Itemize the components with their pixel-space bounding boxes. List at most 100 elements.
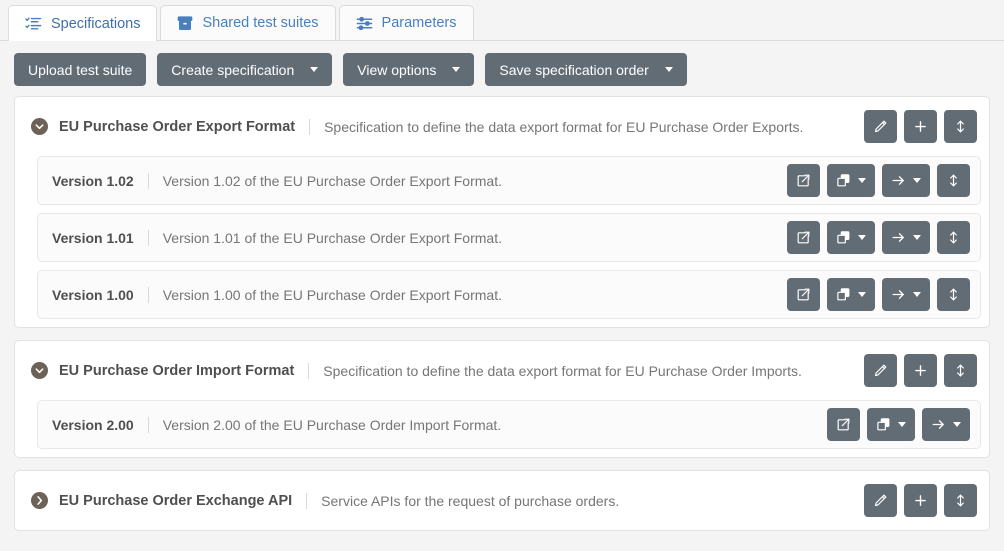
copy-icon	[836, 230, 851, 245]
button-label: Upload test suite	[28, 61, 133, 78]
tab-shared-test-suites[interactable]: Shared test suites	[160, 5, 336, 40]
arrow-right-icon	[891, 287, 906, 302]
save-specification-order-button[interactable]: Save specification order	[485, 53, 687, 86]
specification-card: EU Purchase Order Export Format Specifica…	[14, 96, 990, 328]
chevron-down-icon	[953, 422, 961, 427]
action-buttons	[864, 110, 979, 143]
button-label: View options	[357, 61, 437, 78]
specification-title: EU Purchase Order Exchange API	[59, 492, 293, 509]
reorder-button[interactable]	[944, 110, 977, 143]
action-buttons	[787, 164, 972, 197]
add-button[interactable]	[904, 354, 937, 387]
move-button[interactable]	[882, 221, 930, 254]
version-row: Version 1.00 Version 1.00 of the EU Purch…	[37, 270, 981, 319]
tab-parameters[interactable]: Parameters	[338, 5, 474, 40]
external-link-icon	[796, 173, 811, 188]
reorder-button[interactable]	[937, 221, 970, 254]
chevron-right-circle-icon[interactable]	[31, 492, 48, 509]
copy-button[interactable]	[827, 221, 875, 254]
chevron-down-icon	[858, 292, 866, 297]
specification-description: Specification to define the data export …	[309, 118, 864, 135]
chevron-down-circle-icon[interactable]	[31, 362, 48, 379]
specification-title: EU Purchase Order Import Format	[59, 362, 295, 379]
pencil-icon	[873, 493, 888, 508]
plus-icon	[913, 119, 928, 134]
arrows-updown-icon	[953, 119, 968, 134]
chevron-down-icon	[858, 235, 866, 240]
specification-description: Service APIs for the request of purchase…	[306, 492, 864, 509]
chevron-down-icon	[310, 67, 319, 72]
open-button[interactable]	[827, 408, 860, 441]
external-link-icon	[836, 417, 851, 432]
external-link-icon	[796, 287, 811, 302]
create-specification-button[interactable]: Create specification	[157, 53, 333, 86]
copy-button[interactable]	[827, 164, 875, 197]
chevron-down-icon	[913, 178, 921, 183]
open-button[interactable]	[787, 164, 820, 197]
toolbar: Upload test suite Create specification Vie…	[0, 41, 1004, 96]
edit-button[interactable]	[864, 110, 897, 143]
specification-header: EU Purchase Order Export Format Specifica…	[23, 105, 981, 148]
button-label: Create specification	[171, 61, 295, 78]
version-description: Version 1.00 of the EU Purchase Order Ex…	[147, 286, 787, 303]
copy-button[interactable]	[867, 408, 915, 441]
reorder-button[interactable]	[944, 354, 977, 387]
reorder-button[interactable]	[937, 164, 970, 197]
specification-title: EU Purchase Order Export Format	[59, 118, 296, 135]
upload-test-suite-button[interactable]: Upload test suite	[14, 53, 147, 86]
version-row: Version 1.02 Version 1.02 of the EU Purch…	[37, 156, 981, 205]
chevron-down-icon	[913, 235, 921, 240]
version-description: Version 1.02 of the EU Purchase Order Ex…	[147, 172, 787, 189]
version-row: Version 1.01 Version 1.01 of the EU Purch…	[37, 213, 981, 262]
tab-bar: Specifications Shared test suites Paramete…	[0, 0, 1004, 41]
sliders-icon	[356, 15, 373, 32]
arrows-updown-icon	[946, 230, 961, 245]
copy-icon	[836, 173, 851, 188]
specifications-page: Specifications Shared test suites Paramete…	[0, 0, 1004, 551]
edit-button[interactable]	[864, 354, 897, 387]
arrows-updown-icon	[953, 493, 968, 508]
move-button[interactable]	[922, 408, 970, 441]
copy-button[interactable]	[827, 278, 875, 311]
chevron-down-icon	[858, 178, 866, 183]
tab-label: Parameters	[381, 15, 457, 31]
move-button[interactable]	[882, 278, 930, 311]
chevron-down-icon	[452, 67, 461, 72]
reorder-button[interactable]	[944, 484, 977, 517]
move-button[interactable]	[882, 164, 930, 197]
view-options-button[interactable]: View options	[343, 53, 475, 86]
version-name: Version 1.01	[52, 229, 134, 246]
version-description: Version 1.01 of the EU Purchase Order Ex…	[147, 229, 787, 246]
edit-button[interactable]	[864, 484, 897, 517]
chevron-down-icon	[913, 292, 921, 297]
arrow-right-icon	[891, 230, 906, 245]
add-button[interactable]	[904, 484, 937, 517]
specification-header: EU Purchase Order Import Format Specifica…	[23, 349, 981, 392]
copy-icon	[836, 287, 851, 302]
pencil-icon	[873, 119, 888, 134]
specification-header: EU Purchase Order Exchange API Service AP…	[23, 479, 981, 522]
specification-description: Specification to define the data export …	[308, 362, 864, 379]
arrows-updown-icon	[946, 173, 961, 188]
specification-card: EU Purchase Order Import Format Specifica…	[14, 340, 990, 458]
open-button[interactable]	[787, 221, 820, 254]
version-name: Version 2.00	[52, 416, 134, 433]
specification-card: EU Purchase Order Exchange API Service AP…	[14, 470, 990, 531]
tab-label: Shared test suites	[202, 15, 319, 31]
reorder-button[interactable]	[937, 278, 970, 311]
version-name: Version 1.00	[52, 286, 134, 303]
open-button[interactable]	[787, 278, 820, 311]
tab-specifications[interactable]: Specifications	[8, 5, 158, 41]
copy-icon	[876, 417, 891, 432]
chevron-down-circle-icon[interactable]	[31, 118, 48, 135]
specification-list: EU Purchase Order Export Format Specifica…	[0, 96, 1004, 531]
arrows-updown-icon	[946, 287, 961, 302]
version-list: Version 1.02 Version 1.02 of the EU Purch…	[23, 156, 981, 319]
add-button[interactable]	[904, 110, 937, 143]
button-label: Save specification order	[499, 61, 649, 78]
task-list-icon	[25, 15, 42, 32]
chevron-down-icon	[898, 422, 906, 427]
external-link-icon	[796, 230, 811, 245]
chevron-down-icon	[664, 67, 673, 72]
arrow-right-icon	[931, 417, 946, 432]
